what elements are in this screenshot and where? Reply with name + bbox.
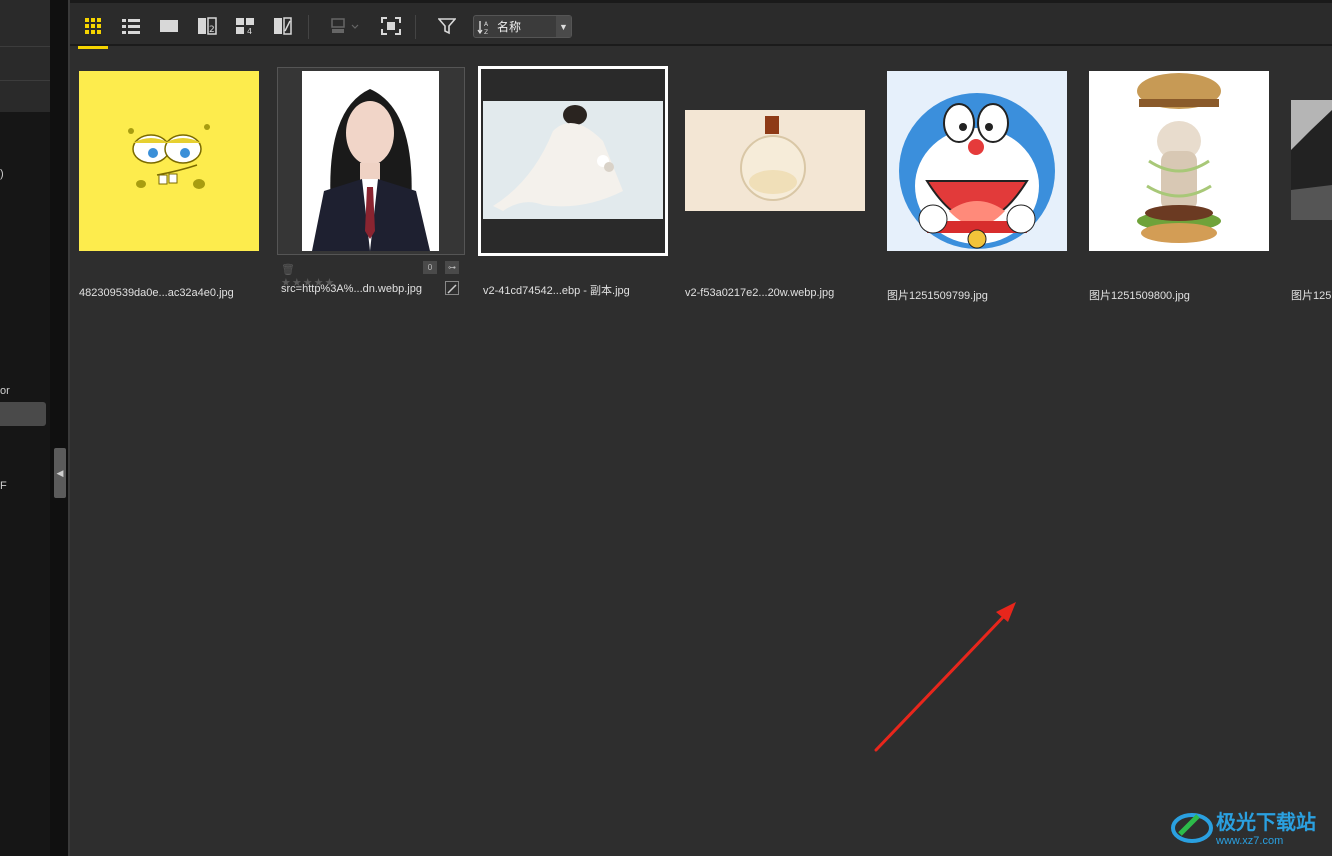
rating-count-badge: 0: [423, 261, 437, 274]
splitter-edge: [68, 0, 70, 856]
compare-4-view-button[interactable]: 4: [232, 13, 258, 39]
thumbnail-image[interactable]: [887, 71, 1067, 251]
perfume-bottle-image: [685, 110, 865, 211]
thumbnail-filename: v2-f53a0217e2...20w.webp.jpg: [685, 287, 835, 299]
single-view-button[interactable]: [156, 13, 182, 39]
thumbnail-image[interactable]: [1089, 71, 1269, 251]
list-icon: [122, 19, 140, 34]
filter-button[interactable]: [434, 13, 460, 39]
layout-dropdown-button[interactable]: [328, 13, 364, 39]
sidebar-item-selected[interactable]: [0, 402, 46, 426]
annotation-arrow-icon: [874, 602, 1016, 752]
panel-splitter[interactable]: ◀: [50, 0, 70, 856]
chevron-down-icon[interactable]: ▼: [556, 16, 571, 37]
landscape-image: [1291, 100, 1332, 220]
collapse-panel-handle[interactable]: ◀: [54, 448, 66, 498]
thumbnail-filename: 图片1251509799.jpg: [887, 290, 988, 302]
watermark-icon: [1171, 813, 1213, 843]
thumbnail-image[interactable]: [79, 71, 259, 251]
svg-text:2: 2: [209, 25, 215, 35]
thumbnail-filename: src=http%3A%...dn.webp.jpg: [281, 283, 422, 295]
robot-cat-image: [899, 93, 1055, 249]
list-view-button[interactable]: [118, 13, 144, 39]
id-photo-image: [312, 89, 430, 251]
thumbnail-filename: 图片1251509800.jpg: [1089, 290, 1190, 302]
grid-icon: [85, 18, 101, 34]
divider: [0, 80, 54, 81]
layout-icon: [331, 18, 359, 33]
woman-in-dress-image: [483, 101, 663, 219]
toolbar: 2 4 A Z 名称 ▼: [70, 0, 1332, 49]
fit-screen-button[interactable]: [378, 13, 404, 39]
compare-2-view-button[interactable]: 2: [194, 13, 220, 39]
key-icon[interactable]: ⊶: [445, 261, 459, 274]
svg-text:4: 4: [247, 27, 252, 35]
sort-az-icon: A Z: [477, 20, 489, 35]
thumbnail-filename: 图片125: [1291, 290, 1332, 302]
filter-icon: [438, 18, 456, 35]
sort-label: 名称: [497, 20, 522, 34]
fullscreen-icon: [381, 17, 401, 35]
cat-burger-image: [1137, 73, 1221, 243]
thumbnail-image[interactable]: [483, 101, 663, 219]
sponge-face-image: [128, 124, 210, 189]
toolbar-separator: [415, 15, 416, 39]
trash-icon[interactable]: 🗑: [281, 264, 296, 276]
filmstrip-view-button[interactable]: [270, 13, 296, 39]
thumbnail-filename: 482309539da0e...ac32a4e0.jpg: [79, 287, 234, 299]
svg-text:A: A: [484, 21, 489, 28]
divider: [0, 46, 54, 47]
thumbnail-image[interactable]: [302, 71, 439, 251]
watermark-logo: 极光下载站 www.xz7.com: [1170, 803, 1325, 849]
sidebar-item-fragment[interactable]: or: [0, 385, 10, 397]
thumbnail-filename: v2-41cd74542...ebp - 副本.jpg: [483, 285, 630, 297]
compare-4-icon: 4: [236, 18, 254, 35]
compare-2-icon: 2: [198, 17, 217, 35]
thumbnail-image[interactable]: [685, 110, 865, 211]
thumbnail-image[interactable]: [1291, 100, 1332, 220]
left-panel-header: [0, 0, 54, 112]
svg-text:Z: Z: [484, 29, 488, 35]
left-panel: ) or F: [0, 0, 54, 856]
sidebar-item-fragment[interactable]: ): [0, 168, 4, 180]
filmstrip-icon: [274, 17, 292, 35]
toolbar-separator: [308, 15, 309, 39]
sort-select[interactable]: A Z 名称 ▼: [473, 15, 572, 38]
edit-icon[interactable]: [445, 281, 459, 295]
single-image-icon: [160, 20, 178, 32]
grid-view-button[interactable]: [78, 13, 108, 49]
sidebar-item-fragment[interactable]: F: [0, 480, 7, 492]
